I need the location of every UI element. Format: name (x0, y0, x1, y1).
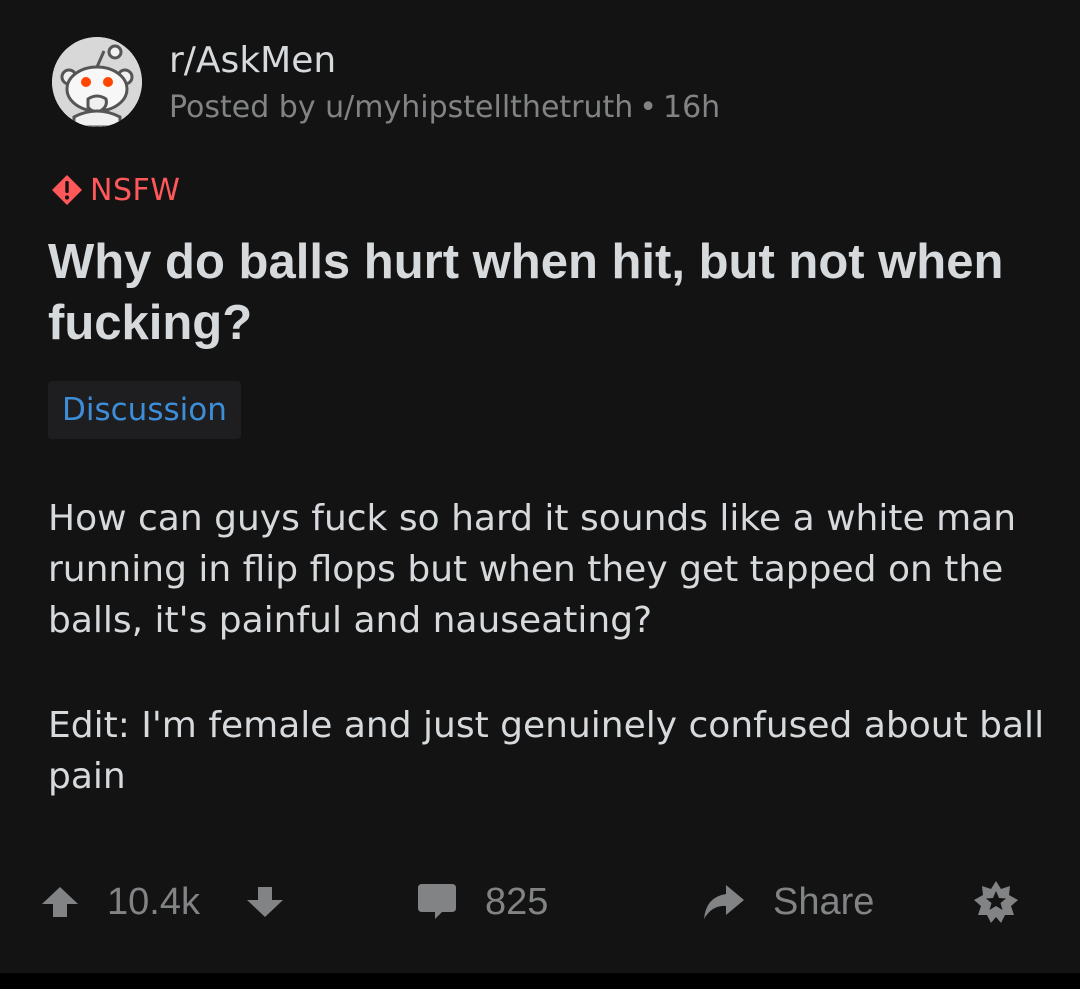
nsfw-tag: NSFW (50, 170, 180, 210)
nsfw-warning-icon (52, 175, 82, 205)
post-body: How can guys fuck so hard it sounds like… (48, 493, 1048, 856)
post-flair[interactable]: Discussion (48, 381, 241, 439)
comment-count-text: 825 (485, 880, 549, 923)
subreddit-name[interactable]: r/AskMen (169, 40, 336, 81)
upvote-button[interactable] (40, 862, 80, 942)
score-text: 10.4k (107, 880, 200, 923)
posted-by-prefix: Posted by (169, 90, 316, 125)
vote-score: 10.4k (107, 862, 200, 942)
downvote-button[interactable] (245, 862, 285, 942)
comments-button[interactable] (416, 862, 458, 942)
post-header: r/AskMen Posted by u/myhipstellthetruth •… (52, 37, 952, 129)
comment-count[interactable]: 825 (485, 862, 548, 942)
upvote-arrow-icon (42, 887, 78, 917)
meta-separator: • (639, 90, 657, 125)
nsfw-label: NSFW (90, 172, 181, 208)
bottom-strip (0, 973, 1080, 989)
author-link[interactable]: u/myhipstellthetruth (325, 90, 633, 125)
subreddit-avatar-icon[interactable] (52, 37, 142, 127)
body-paragraph: How can guys fuck so hard it sounds like… (48, 498, 1017, 641)
share-button[interactable] (700, 862, 746, 942)
post-age: 16h (663, 90, 721, 125)
downvote-arrow-icon (247, 887, 283, 917)
post-meta: Posted by u/myhipstellthetruth • 16h (169, 90, 720, 125)
body-paragraph: Edit: I'm female and just genuinely conf… (48, 705, 1045, 797)
award-icon (974, 881, 1018, 923)
share-arrow-icon (704, 885, 744, 919)
comment-bubble-icon (418, 884, 456, 919)
share-label[interactable]: Share (773, 862, 874, 942)
action-bar: 10.4k 825 Share (0, 862, 1080, 942)
award-button[interactable] (972, 862, 1020, 942)
share-text: Share (773, 880, 875, 923)
post-title: Why do balls hurt when hit, but not when… (48, 235, 1004, 350)
